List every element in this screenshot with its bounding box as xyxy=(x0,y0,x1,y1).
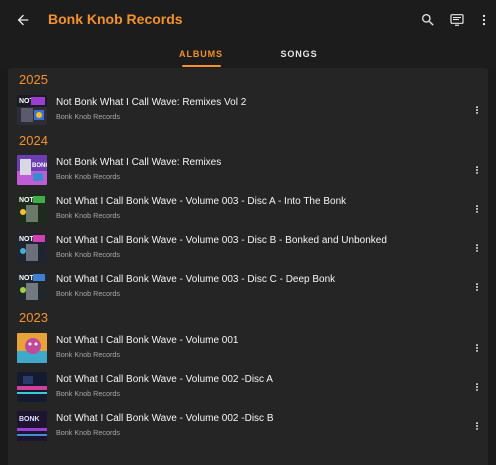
svg-text:NOT: NOT xyxy=(19,236,35,243)
right-gutter xyxy=(488,68,496,465)
year-header: 2023 xyxy=(19,310,48,325)
album-artist: Bonk Knob Records xyxy=(56,289,120,298)
more-vertical-icon xyxy=(476,205,478,213)
svg-text:BONK: BONK xyxy=(19,416,40,423)
more-vertical-icon xyxy=(482,14,486,26)
search-button[interactable] xyxy=(418,10,438,30)
album-title: Not What I Call Bonk Wave - Volume 003 -… xyxy=(56,274,336,285)
more-vertical-icon xyxy=(476,244,478,252)
album-artist: Bonk Knob Records xyxy=(56,172,120,181)
more-vertical-icon xyxy=(476,422,478,430)
year-header: 2025 xyxy=(19,72,48,87)
album-title: Not What I Call Bonk Wave - Volume 001 xyxy=(56,335,239,346)
album-art xyxy=(17,372,47,402)
album-artist: Bonk Knob Records xyxy=(56,250,120,259)
album-title: Not What I Call Bonk Wave - Volume 002 -… xyxy=(56,413,274,424)
album-list[interactable]: 2025 NOT Not Bonk What I Call Wave: Remi… xyxy=(8,68,488,465)
album-menu-button[interactable] xyxy=(470,277,484,297)
top-app-bar: Bonk Knob Records xyxy=(0,0,496,40)
tab-songs[interactable]: SONGS xyxy=(268,49,330,59)
album-row[interactable]: NOT Not What I Call Bonk Wave - Volume 0… xyxy=(8,230,488,266)
tab-selected-indicator xyxy=(182,65,221,67)
album-menu-button[interactable] xyxy=(470,100,484,120)
album-art: NOT xyxy=(17,95,47,125)
arrow-left-icon xyxy=(17,14,29,26)
overflow-menu-button[interactable] xyxy=(474,10,494,30)
album-menu-button[interactable] xyxy=(470,377,484,397)
more-vertical-icon xyxy=(476,344,478,352)
album-menu-button[interactable] xyxy=(470,238,484,258)
album-art xyxy=(17,333,47,363)
album-menu-button[interactable] xyxy=(470,416,484,436)
album-artist: Bonk Knob Records xyxy=(56,389,120,398)
album-title: Not What I Call Bonk Wave - Volume 002 -… xyxy=(56,374,273,385)
back-button[interactable] xyxy=(12,9,34,31)
album-title: Not Bonk What I Call Wave: Remixes xyxy=(56,157,222,168)
album-art: NOT xyxy=(17,272,47,302)
album-title: Not Bonk What I Call Wave: Remixes Vol 2 xyxy=(56,97,247,108)
more-vertical-icon xyxy=(476,166,478,174)
album-row[interactable]: BONK Not What I Call Bonk Wave - Volume … xyxy=(8,408,488,444)
album-row[interactable]: NOT Not What I Call Bonk Wave - Volume 0… xyxy=(8,191,488,227)
album-row[interactable]: NOT Not What I Call Bonk Wave - Volume 0… xyxy=(8,269,488,305)
album-row[interactable]: Not What I Call Bonk Wave - Volume 001 B… xyxy=(8,330,488,366)
cast-icon xyxy=(450,14,464,26)
search-icon xyxy=(422,14,434,26)
album-menu-button[interactable] xyxy=(470,160,484,180)
more-vertical-icon xyxy=(476,106,478,114)
album-art: NOT xyxy=(17,233,47,263)
left-gutter xyxy=(0,68,8,465)
album-title: Not What I Call Bonk Wave - Volume 003 -… xyxy=(56,196,347,207)
year-header: 2024 xyxy=(19,133,48,148)
svg-text:NOT: NOT xyxy=(19,275,35,282)
svg-text:BONK: BONK xyxy=(32,163,47,169)
app-window: Bonk Knob Records ALBUMS SONGS 2025 NOT … xyxy=(0,0,496,465)
page-title: Bonk Knob Records xyxy=(48,11,183,27)
album-row[interactable]: Not What I Call Bonk Wave - Volume 002 -… xyxy=(8,369,488,405)
tab-bar: ALBUMS SONGS xyxy=(0,40,496,68)
album-row[interactable]: NOT Not Bonk What I Call Wave: Remixes V… xyxy=(8,92,488,128)
album-menu-button[interactable] xyxy=(470,338,484,358)
album-artist: Bonk Knob Records xyxy=(56,428,120,437)
more-vertical-icon xyxy=(476,283,478,291)
album-artist: Bonk Knob Records xyxy=(56,211,120,220)
album-art: BONK xyxy=(17,155,47,185)
cast-button[interactable] xyxy=(447,10,467,30)
album-title: Not What I Call Bonk Wave - Volume 003 -… xyxy=(56,235,387,246)
album-artist: Bonk Knob Records xyxy=(56,350,120,359)
album-art: NOT xyxy=(17,194,47,224)
album-artist: Bonk Knob Records xyxy=(56,112,120,121)
tab-albums[interactable]: ALBUMS xyxy=(170,49,232,59)
more-vertical-icon xyxy=(476,383,478,391)
album-row[interactable]: BONK Not Bonk What I Call Wave: Remixes … xyxy=(8,152,488,188)
svg-text:NOT: NOT xyxy=(19,197,35,204)
album-menu-button[interactable] xyxy=(470,199,484,219)
album-art: BONK xyxy=(17,411,47,441)
